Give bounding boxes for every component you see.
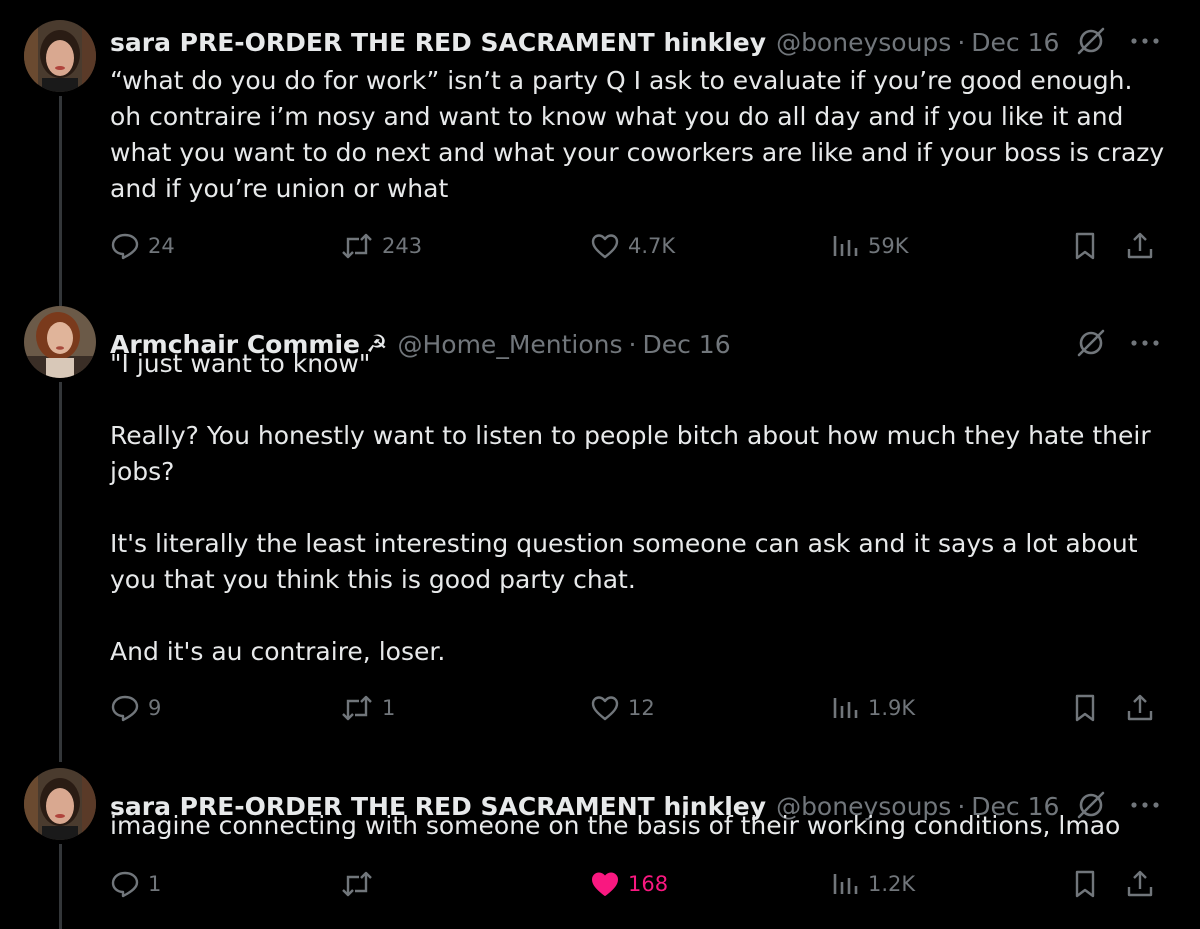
heart-icon — [590, 693, 620, 723]
bookmark-icon — [1070, 869, 1100, 899]
like-count: 12 — [628, 696, 655, 720]
views-button[interactable]: 1.9K — [830, 688, 915, 728]
action-bar: 24 243 4.7K 59K — [110, 226, 1160, 266]
like-count: 168 — [628, 872, 669, 896]
avatar[interactable] — [24, 306, 96, 378]
reply-bubble-icon — [110, 869, 140, 899]
conversation-thread: sara PRE-ORDER THE RED SACRAMENT hinkley… — [0, 0, 1200, 929]
repost-count: 1 — [382, 696, 396, 720]
reply-count: 24 — [148, 234, 175, 258]
like-count: 4.7K — [628, 234, 676, 258]
reply-count: 9 — [148, 696, 162, 720]
avatar[interactable] — [24, 20, 96, 92]
repost-button[interactable] — [340, 864, 382, 904]
thread-connector-line — [59, 382, 62, 762]
views-count: 1.9K — [868, 696, 916, 720]
views-bar-chart-icon — [830, 231, 860, 261]
tweet-2[interactable]: Armchair Commie ☭ @Home_Mentions · Dec 1… — [0, 302, 1200, 762]
more-dots-icon[interactable] — [1130, 36, 1160, 46]
grok-slash-icon[interactable] — [1074, 24, 1108, 58]
separator: · — [957, 27, 966, 57]
tweet-text: "I just want to know" Really? You honest… — [110, 349, 1151, 666]
share-button[interactable] — [1125, 688, 1163, 728]
like-button[interactable]: 4.7K — [590, 226, 675, 266]
heart-icon — [590, 231, 620, 261]
share-upload-icon — [1125, 231, 1155, 261]
reply-bubble-icon — [110, 693, 140, 723]
views-bar-chart-icon — [830, 693, 860, 723]
views-button[interactable]: 1.2K — [830, 864, 915, 904]
thread-connector-line — [59, 96, 62, 306]
share-button[interactable] — [1125, 864, 1163, 904]
repost-icon — [340, 231, 374, 261]
like-button[interactable]: 168 — [590, 864, 668, 904]
repost-icon — [340, 869, 374, 899]
action-bar: 1 168 1.2K — [110, 864, 1160, 904]
timestamp[interactable]: Dec 16 — [971, 28, 1059, 57]
bookmark-icon — [1070, 231, 1100, 261]
bookmark-button[interactable] — [1070, 688, 1108, 728]
share-upload-icon — [1125, 869, 1155, 899]
display-name[interactable]: sara PRE-ORDER THE RED SACRAMENT hinkley — [110, 28, 766, 57]
reply-count: 1 — [148, 872, 162, 896]
reply-button[interactable]: 9 — [110, 688, 161, 728]
share-button[interactable] — [1125, 226, 1163, 266]
thread-connector-line — [59, 844, 62, 929]
reply-button[interactable]: 1 — [110, 864, 161, 904]
views-count: 59K — [868, 234, 909, 258]
views-count: 1.2K — [868, 872, 916, 896]
action-bar: 9 1 12 1.9K — [110, 688, 1160, 728]
tweet-1[interactable]: sara PRE-ORDER THE RED SACRAMENT hinkley… — [0, 0, 1200, 306]
tweet-3[interactable]: sara PRE-ORDER THE RED SACRAMENT hinkley… — [0, 764, 1200, 929]
repost-button[interactable]: 243 — [340, 226, 422, 266]
repost-icon — [340, 693, 374, 723]
tweet-header: sara PRE-ORDER THE RED SACRAMENT hinkley… — [110, 22, 1059, 62]
like-button[interactable]: 12 — [590, 688, 655, 728]
bookmark-icon — [1070, 693, 1100, 723]
tweet-text: “what do you do for work” isn’t a party … — [110, 66, 1165, 203]
repost-button[interactable]: 1 — [340, 688, 395, 728]
share-upload-icon — [1125, 693, 1155, 723]
tweet-text: imagine connecting with someone on the b… — [110, 811, 1121, 840]
heart-filled-icon — [590, 869, 620, 899]
avatar[interactable] — [24, 768, 96, 840]
tweet-top-icons — [1074, 24, 1160, 58]
bookmark-button[interactable] — [1070, 864, 1108, 904]
views-button[interactable]: 59K — [830, 226, 909, 266]
reply-bubble-icon — [110, 231, 140, 261]
views-bar-chart-icon — [830, 869, 860, 899]
bookmark-button[interactable] — [1070, 226, 1108, 266]
repost-count: 243 — [382, 234, 423, 258]
handle[interactable]: @boneysoups — [776, 28, 951, 57]
reply-button[interactable]: 24 — [110, 226, 175, 266]
